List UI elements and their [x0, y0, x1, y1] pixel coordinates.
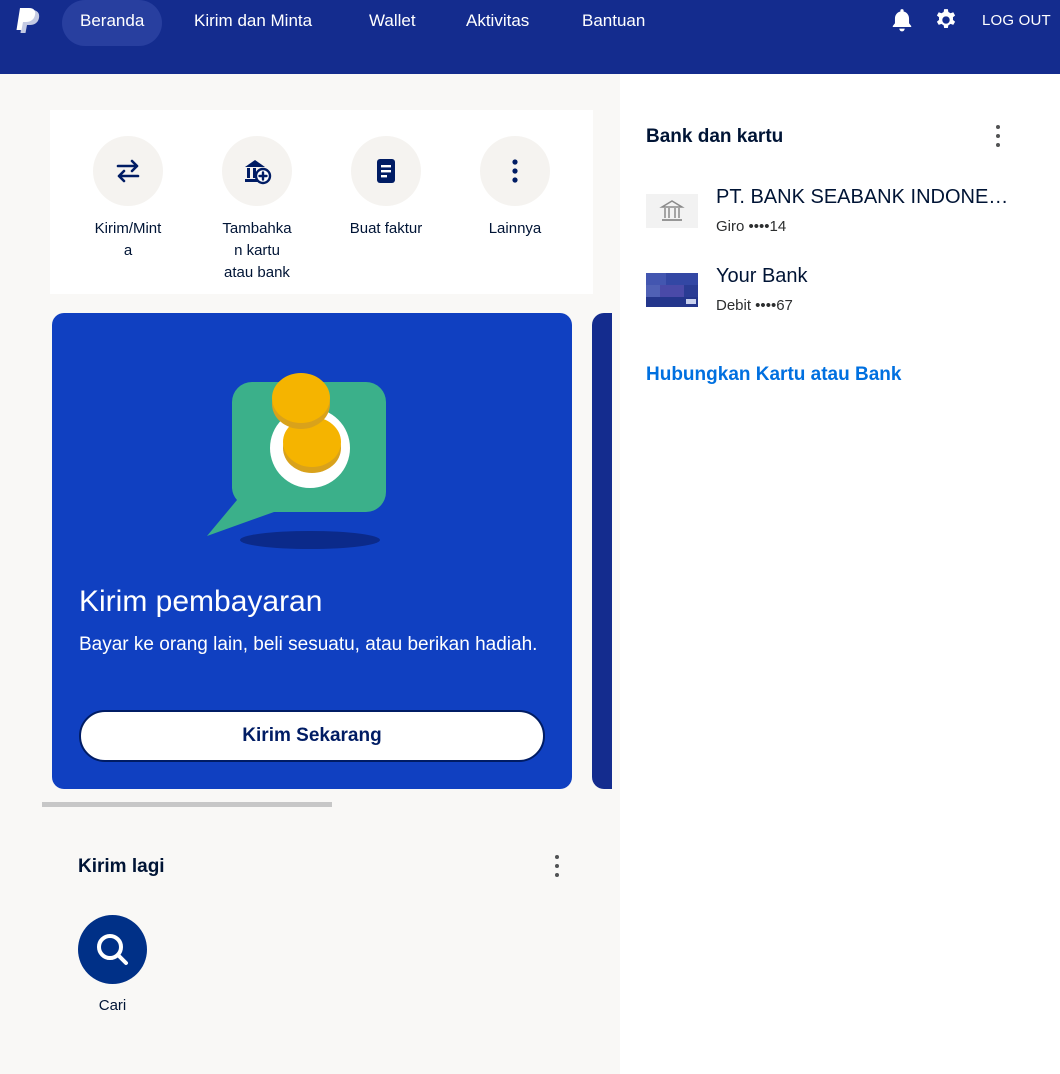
send-now-button[interactable]: Kirim Sekarang [79, 710, 545, 762]
nav-kirim-dan-minta[interactable]: Kirim dan Minta [176, 0, 330, 46]
nav-aktivitas[interactable]: Aktivitas [448, 0, 547, 46]
quick-action-label: Buat faktur [349, 220, 423, 237]
bell-icon[interactable] [889, 7, 915, 33]
add-bank-icon [222, 136, 292, 206]
promo-description: Bayar ke orang lain, beli sesuatu, atau … [79, 634, 538, 655]
bank-account-name: PT. BANK SEABANK INDONESIA [716, 186, 1016, 208]
search-icon [96, 933, 128, 965]
card-account-detail: Debit ••••67 [716, 297, 793, 314]
search-label: Cari [98, 997, 127, 1014]
top-navigation: Beranda Kirim dan Minta Wallet Aktivitas… [0, 0, 1060, 74]
next-promo-card[interactable] [592, 313, 612, 789]
bank-building-icon [646, 194, 698, 228]
more-vertical-icon [480, 136, 550, 206]
transfer-arrows-icon [93, 136, 163, 206]
card-account-name: Your Bank [716, 265, 808, 287]
bank-account-item[interactable]: PT. BANK SEABANK INDONESIA Giro ••••14 [646, 186, 1026, 246]
send-again-menu-icon[interactable] [547, 853, 567, 879]
carousel-scroll-indicator[interactable] [42, 802, 332, 807]
link-card-or-bank-link[interactable]: Hubungkan Kartu atau Bank [646, 364, 901, 386]
banks-menu-icon[interactable] [988, 123, 1008, 149]
bank-account-detail: Giro ••••14 [716, 218, 787, 235]
quick-action-send-request[interactable]: Kirim/Mint a [78, 136, 178, 262]
nav-beranda[interactable]: Beranda [62, 0, 163, 46]
send-payment-promo-card: Kirim pembayaran Bayar ke orang lain, be… [52, 313, 572, 789]
card-thumbnail [646, 273, 698, 307]
card-account-item[interactable]: Your Bank Debit ••••67 [646, 265, 1026, 325]
nav-wallet[interactable]: Wallet [351, 0, 434, 46]
quick-action-label: Lainnya [488, 220, 542, 237]
quick-action-label: Tambahka n kartu atau bank [222, 220, 292, 281]
promo-title: Kirim pembayaran [79, 585, 323, 618]
chat-bubble-coins-illustration [207, 373, 386, 549]
quick-action-create-invoice[interactable]: Buat faktur [336, 136, 436, 240]
quick-actions-card: Kirim/Mint a Tambahka n kartu atau bank … [50, 110, 593, 294]
quick-action-add-card-bank[interactable]: Tambahka n kartu atau bank [207, 136, 307, 284]
paypal-logo[interactable] [14, 6, 46, 38]
banks-cards-title: Bank dan kartu [646, 126, 784, 147]
quick-action-label: Kirim/Mint a [94, 220, 162, 259]
quick-action-more[interactable]: Lainnya [465, 136, 565, 240]
nav-bantuan[interactable]: Bantuan [564, 0, 663, 46]
logout-button[interactable]: LOG OUT [982, 12, 1051, 29]
invoice-icon [351, 136, 421, 206]
gear-icon[interactable] [933, 7, 959, 33]
search-contact-button[interactable] [78, 915, 147, 984]
send-again-title: Kirim lagi [78, 856, 165, 877]
